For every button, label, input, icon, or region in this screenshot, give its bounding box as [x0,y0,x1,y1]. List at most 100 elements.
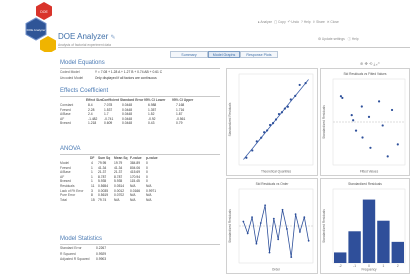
effects-cell: 1.716 [176,107,185,112]
anova-cell: 0.0035 [98,188,109,193]
expand-icon[interactable]: ⤢ [376,61,379,66]
toolbar-undo[interactable]: ↶ Undo [288,20,300,24]
anova-table: DF Sum Sq Mean Sq F-value p-value Model 4… [60,156,220,216]
chart-normal-quantile: Theoretical Quantiles Standardized Residu… [228,73,314,174]
anova-cell: 21.37 [98,170,107,175]
help-icon: ? [300,20,303,24]
anova-cell: 1 [91,174,93,179]
data-point [260,136,263,139]
chart-residuals-vs-order: Std Residuals vs Order Order Standardized … [228,182,314,272]
header-divider [58,47,410,48]
effects-col-upper: 95% CI Upper [172,98,194,102]
x-tick-label: -1 [353,264,356,268]
effects-cell: 0.79 [176,121,183,126]
help-circle-icon: ⓘ [347,37,351,41]
toolbar-analyze[interactable]: ▸ Analyze [258,20,272,24]
toolbar-help[interactable]: ? Help [301,20,311,24]
data-point [354,129,358,132]
data-point [307,239,310,242]
data-point [350,114,353,117]
data-point [367,115,371,118]
toolbar-copy[interactable]: ▢ Copy [274,20,286,24]
data-point [272,217,275,220]
help-link[interactable]: Help [352,37,359,41]
anova-cell: 384.89 [130,161,141,165]
data-point [251,149,254,152]
pan-icon[interactable]: ✥ [364,61,367,66]
anova-cell: 0.0012 [114,188,125,193]
reset-icon[interactable]: ⟲ [369,61,372,66]
x-axis-label: Fitted Values [360,170,379,174]
uncoded-model-row: Uncoded Model Only displayed if all fact… [60,76,157,80]
effects-cell: AF [60,116,65,121]
anova-cell: 1 [91,179,93,184]
anova-col-ms: Mean Sq [114,156,128,160]
data-point [298,83,301,87]
data-point [294,213,297,216]
anova-cell: 79.95 [98,161,107,165]
effects-cell: 2.28 [88,107,95,112]
data-point [377,100,381,103]
x-axis-label: Theoretical Quantiles [261,170,292,174]
edit-icon[interactable]: ✎ [110,35,115,41]
badge-cluster: DOE DOE Analyzer [25,2,56,52]
download-icon[interactable]: ⤓ [373,61,375,66]
data-point [271,122,275,125]
anova-cell: 0.9971 [146,188,157,193]
toolbar-share[interactable]: ⇪ Share [312,20,325,24]
app-title: DOE Analyzer [58,32,109,41]
effects-cell: Constant [60,103,74,107]
zoom-icon[interactable]: ⊕ [360,61,363,66]
model-statistics-label: Standard Error [60,246,82,250]
model-statistics-value: 0.9903 [96,257,107,261]
anova-cell: 1 [91,165,93,170]
uncoded-model-value: Only displayed if all factors are contin… [94,76,157,80]
toolbar-close[interactable]: ✕ Close [327,20,339,24]
data-point [285,228,288,230]
data-point [303,216,306,219]
badge-right [40,36,56,52]
y-axis-label: Standardized Residuals [228,102,232,136]
anova-cell: 1 [91,170,93,175]
data-point [390,108,394,112]
chart-title: Std Residuals vs Fitted Values [344,72,387,76]
badge-top-label: DOE [40,10,48,14]
anova-col-f: F-value [130,156,142,160]
effects-cell: 1.357 [148,107,157,112]
anova-cell: Model [60,161,69,165]
anova-cell: 804.06 [130,165,141,170]
data-point [263,131,266,134]
data-point [280,111,284,114]
data-point [294,94,297,97]
effects-cell: 6.988 [148,103,157,107]
effects-cell: 0.609 [104,121,113,126]
model-statistics-divider [60,244,220,245]
chart-title: Std Residuals vs Order [256,182,290,186]
chart-panel-2: Std Residuals vs Fitted Values Fitted Val… [320,68,410,176]
share-icon: ⇪ [312,20,316,24]
data-point [304,82,307,85]
x-axis-label: Order [272,268,281,272]
anova-cell: 41.34 [114,165,123,170]
bar [377,220,390,263]
data-point [339,95,343,98]
tab-response-plots[interactable]: Response Plots [240,51,278,58]
effects-col-se: Standard Error [120,98,144,102]
effects-cell: 0.0448 [122,103,133,107]
model-statistics-label: R Squared [60,251,76,256]
data-point [255,242,258,245]
data-point [266,129,269,132]
update-settings-link[interactable]: Update settings [322,37,345,41]
tab-summary[interactable]: Summary [170,51,208,58]
anova-cell: 170.94 [130,174,141,179]
anova-cell: 0 [146,161,148,165]
data-point [268,251,271,254]
data-point [274,118,278,121]
x-tick-label: -2 [339,264,342,268]
data-point [352,119,355,122]
anova-cell: 21.37 [114,170,123,175]
tab-model-graphs[interactable]: Model Graphs [208,51,240,58]
anova-cell: Residuals [60,184,75,188]
effects-cell: Fvesed [60,107,71,112]
anova-cell: Bvesed [60,179,71,184]
